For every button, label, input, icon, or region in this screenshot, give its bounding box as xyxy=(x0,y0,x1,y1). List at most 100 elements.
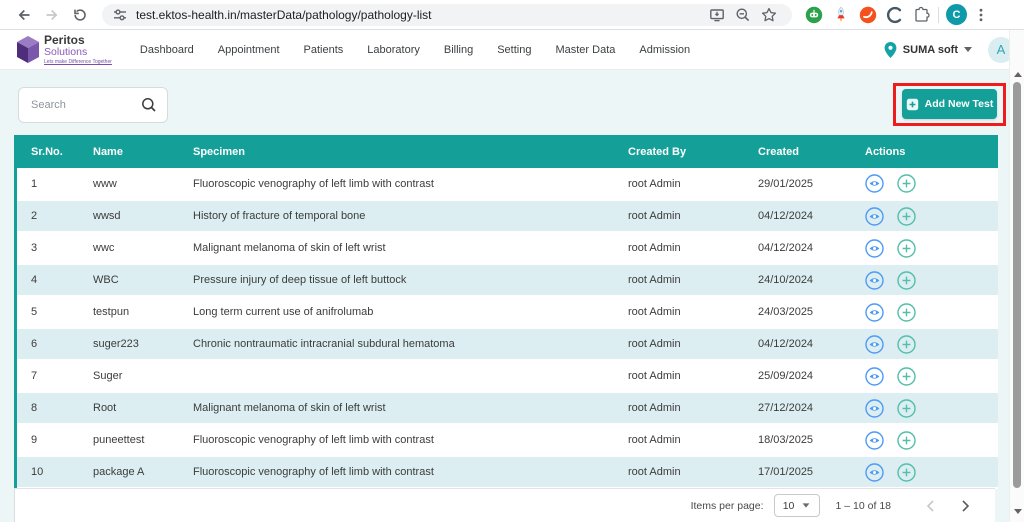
cell-sr-no: 3 xyxy=(17,232,79,264)
cell-specimen: Fluoroscopic venography of left limb wit… xyxy=(179,424,614,456)
column-header[interactable]: Created xyxy=(744,135,851,168)
logo-tagline: Lets make Difference Together xyxy=(44,60,112,65)
add-parameter-button[interactable] xyxy=(897,303,916,322)
add-parameter-button[interactable] xyxy=(897,399,916,418)
cell-name: puneettest xyxy=(79,424,179,456)
cell-actions xyxy=(851,360,998,392)
nav-item[interactable]: Billing xyxy=(444,44,473,56)
nav-item[interactable]: Patients xyxy=(304,44,344,56)
cell-actions xyxy=(851,232,998,264)
add-parameter-button[interactable] xyxy=(897,463,916,482)
logo-title: Peritos xyxy=(44,34,112,46)
extensions-puzzle-icon[interactable] xyxy=(912,5,931,24)
extension-orange-icon[interactable] xyxy=(858,5,877,24)
select-caret-icon xyxy=(803,503,810,507)
view-button[interactable] xyxy=(865,399,884,418)
column-header[interactable]: Name xyxy=(79,135,179,168)
view-button[interactable] xyxy=(865,463,884,482)
tune-icon[interactable] xyxy=(112,7,128,23)
add-plus-icon xyxy=(906,98,919,111)
extension-crescent-icon[interactable] xyxy=(885,5,904,24)
search-icon[interactable] xyxy=(141,97,157,113)
extension-robot-icon[interactable] xyxy=(804,5,823,24)
cell-specimen: Malignant melanoma of skin of left wrist xyxy=(179,392,614,424)
chevron-down-icon[interactable] xyxy=(964,47,972,52)
extension-rocket-icon[interactable] xyxy=(831,5,850,24)
nav-item[interactable]: Dashboard xyxy=(140,44,194,56)
prev-page-button[interactable] xyxy=(919,495,941,517)
cell-specimen: Chronic nontraumatic intracranial subdur… xyxy=(179,328,614,360)
column-header[interactable]: Actions xyxy=(851,135,998,168)
forward-icon[interactable] xyxy=(38,2,66,28)
view-button[interactable] xyxy=(865,207,884,226)
cell-name: Suger xyxy=(79,360,179,392)
next-page-button[interactable] xyxy=(955,495,977,517)
search-input[interactable] xyxy=(31,99,141,111)
cell-created: 27/12/2024 xyxy=(744,392,851,424)
view-button[interactable] xyxy=(865,335,884,354)
cell-created: 24/03/2025 xyxy=(744,296,851,328)
add-parameter-button[interactable] xyxy=(897,335,916,354)
add-new-test-button[interactable]: Add New Test xyxy=(902,89,997,119)
browser-menu-icon[interactable] xyxy=(967,2,995,28)
add-parameter-button[interactable] xyxy=(897,207,916,226)
url-bar[interactable]: test.ektos-health.in/masterData/patholog… xyxy=(102,4,792,26)
app-logo[interactable]: Peritos Solutions Lets make Difference T… xyxy=(16,34,112,65)
add-parameter-button[interactable] xyxy=(897,431,916,450)
view-button[interactable] xyxy=(865,367,884,386)
add-parameter-button[interactable] xyxy=(897,271,916,290)
cell-name: wwc xyxy=(79,232,179,264)
reload-icon[interactable] xyxy=(66,2,94,28)
table-row[interactable]: 5 testpun Long term current use of anifr… xyxy=(17,296,998,328)
table-row[interactable]: 4 WBC Pressure injury of deep tissue of … xyxy=(17,264,998,296)
bookmark-star-icon[interactable] xyxy=(756,4,782,26)
search-box xyxy=(18,87,168,123)
table-row[interactable]: 10 package A Fluoroscopic venography of … xyxy=(17,456,998,488)
table-row[interactable]: 3 wwc Malignant melanoma of skin of left… xyxy=(17,232,998,264)
nav-item[interactable]: Laboratory xyxy=(367,44,420,56)
cell-actions xyxy=(851,296,998,328)
branch-selector[interactable]: SUMA soft xyxy=(903,44,958,56)
cell-name: WBC xyxy=(79,264,179,296)
range-label: 1 – 10 of 18 xyxy=(836,500,891,512)
browser-profile-avatar[interactable]: C xyxy=(946,4,967,25)
scrollbar[interactable] xyxy=(1009,30,1024,522)
location-pin-icon xyxy=(884,42,897,58)
cell-sr-no: 8 xyxy=(17,392,79,424)
view-button[interactable] xyxy=(865,239,884,258)
nav-item[interactable]: Master Data xyxy=(555,44,615,56)
add-parameter-button[interactable] xyxy=(897,174,916,193)
scroll-down-arrow-icon[interactable] xyxy=(1014,509,1022,514)
nav-item[interactable]: Appointment xyxy=(218,44,280,56)
table-row[interactable]: 2 wwsd History of fracture of temporal b… xyxy=(17,200,998,232)
nav-item[interactable]: Admission xyxy=(639,44,690,56)
table-row[interactable]: 8 Root Malignant melanoma of skin of lef… xyxy=(17,392,998,424)
cell-sr-no: 1 xyxy=(17,168,79,200)
column-header[interactable]: Specimen xyxy=(179,135,614,168)
column-header[interactable]: Created By xyxy=(614,135,744,168)
column-header[interactable]: Sr.No. xyxy=(17,135,79,168)
cell-created: 18/03/2025 xyxy=(744,424,851,456)
table-row[interactable]: 1 www Fluoroscopic venography of left li… xyxy=(17,168,998,200)
view-button[interactable] xyxy=(865,303,884,322)
logo-cube-icon xyxy=(16,36,40,64)
url-text[interactable]: test.ektos-health.in/masterData/patholog… xyxy=(136,8,704,22)
add-parameter-button[interactable] xyxy=(897,367,916,386)
nav-item[interactable]: Setting xyxy=(497,44,531,56)
cell-sr-no: 10 xyxy=(17,456,79,488)
scroll-up-arrow-icon[interactable] xyxy=(1014,72,1022,77)
view-button[interactable] xyxy=(865,431,884,450)
table-row[interactable]: 9 puneettest Fluoroscopic venography of … xyxy=(17,424,998,456)
cell-sr-no: 9 xyxy=(17,424,79,456)
back-icon[interactable] xyxy=(10,2,38,28)
install-app-icon[interactable] xyxy=(704,4,730,26)
scrollbar-thumb[interactable] xyxy=(1013,82,1021,488)
table-row[interactable]: 7 Suger root Admin 25/09/2024 xyxy=(17,360,998,392)
items-per-page-select[interactable]: 10 xyxy=(774,494,820,517)
view-button[interactable] xyxy=(865,271,884,290)
add-parameter-button[interactable] xyxy=(897,239,916,258)
table-row[interactable]: 6 suger223 Chronic nontraumatic intracra… xyxy=(17,328,998,360)
view-button[interactable] xyxy=(865,174,884,193)
cell-created-by: root Admin xyxy=(614,200,744,232)
zoom-icon[interactable] xyxy=(730,4,756,26)
